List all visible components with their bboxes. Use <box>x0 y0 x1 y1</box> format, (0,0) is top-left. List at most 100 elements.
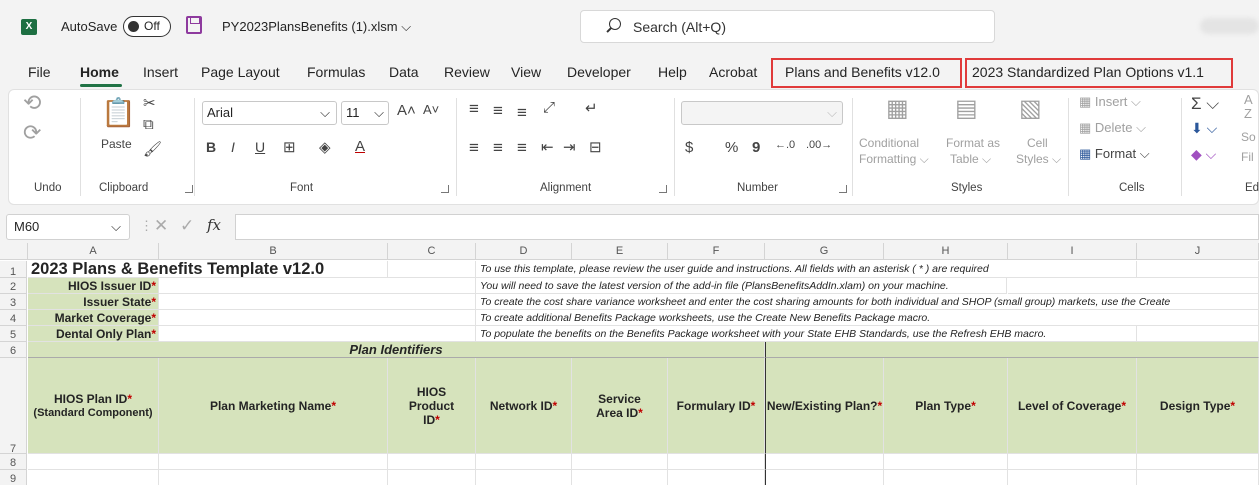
empty-cell[interactable] <box>884 454 1008 470</box>
worksheet-grid[interactable]: A B C D E F G H I J 1 2 3 4 5 6 7 8 9 20… <box>0 243 1259 485</box>
increase-font-icon[interactable]: A˄ <box>397 102 416 119</box>
empty-cell[interactable] <box>1137 261 1259 278</box>
merge-center-icon[interactable]: ⊟ <box>589 138 602 156</box>
formula-input[interactable] <box>235 214 1259 240</box>
number-launcher-icon[interactable] <box>839 185 847 193</box>
tab-review[interactable]: Review <box>444 64 490 80</box>
instruction-note[interactable]: To populate the benefits on the Benefits… <box>476 326 1137 342</box>
empty-cell[interactable] <box>1137 470 1259 485</box>
decrease-indent-icon[interactable]: ⇤ <box>541 138 554 156</box>
row-header[interactable]: 2 <box>0 278 27 294</box>
enter-icon[interactable]: ✓ <box>180 216 194 236</box>
tab-file[interactable]: File <box>28 64 51 80</box>
instruction-note[interactable]: You will need to save the latest version… <box>476 278 1007 294</box>
filter-label[interactable]: Fil <box>1241 150 1254 164</box>
tab-view[interactable]: View <box>511 64 541 80</box>
column-header[interactable]: D <box>476 243 572 260</box>
header-plan-marketing-name[interactable]: Plan Marketing Name* <box>159 358 388 454</box>
empty-cell[interactable] <box>476 470 572 485</box>
tab-developer[interactable]: Developer <box>567 64 631 80</box>
insert-function-icon[interactable]: fx <box>207 216 221 234</box>
clipboard-launcher-icon[interactable] <box>185 185 193 193</box>
autosum-icon[interactable]: Σ ⌵ <box>1191 94 1219 114</box>
column-header[interactable]: I <box>1008 243 1137 260</box>
increase-indent-icon[interactable]: ⇥ <box>563 138 576 156</box>
empty-cell[interactable] <box>668 470 765 485</box>
font-color-icon[interactable]: A <box>355 138 365 155</box>
orientation-icon[interactable]: ⤢ <box>543 99 555 116</box>
wrap-text-icon[interactable]: ↵ <box>585 99 598 117</box>
label-market-coverage[interactable]: Market Coverage* <box>28 310 159 326</box>
row-header[interactable]: 8 <box>0 454 27 470</box>
cell-styles-label[interactable]: Cell <box>1027 136 1048 150</box>
header-hios-plan-id[interactable]: HIOS Plan ID* (Standard Component) <box>28 358 159 454</box>
cut-icon[interactable]: ✂ <box>143 94 156 112</box>
format-painter-icon[interactable]: 🖌 <box>143 140 162 158</box>
cell-styles-label-2[interactable]: Styles ⌵ <box>1016 152 1061 167</box>
tab-insert[interactable]: Insert <box>143 64 178 80</box>
input-dental-only-plan[interactable] <box>159 326 476 342</box>
row-header[interactable]: 9 <box>0 470 27 485</box>
user-account-avatar[interactable] <box>1200 18 1259 34</box>
undo-icon[interactable]: ⟲ <box>23 90 41 116</box>
format-as-table-icon[interactable]: ▤ <box>955 94 978 123</box>
cancel-icon[interactable]: ✕ <box>154 216 168 236</box>
tab-page-layout[interactable]: Page Layout <box>201 64 280 80</box>
paste-icon[interactable]: 📋 <box>101 96 136 129</box>
save-icon[interactable] <box>186 16 202 34</box>
align-left-icon[interactable]: ≡ <box>469 138 479 158</box>
row-header[interactable]: 3 <box>0 294 27 310</box>
header-formulary-id[interactable]: Formulary ID* <box>668 358 765 454</box>
number-format-select[interactable]: ⌵ <box>681 101 843 125</box>
template-title[interactable]: 2023 Plans & Benefits Template v12.0 <box>28 261 388 278</box>
format-as-table-label-2[interactable]: Table ⌵ <box>950 152 991 167</box>
decrease-font-icon[interactable]: A˅ <box>423 102 439 117</box>
currency-button[interactable]: $ <box>685 139 693 156</box>
header-plan-type[interactable]: Plan Type* <box>884 358 1008 454</box>
conditional-formatting-icon[interactable]: ▦ <box>886 94 909 123</box>
tab-data[interactable]: Data <box>389 64 419 80</box>
section-plan-identifiers[interactable]: Plan Identifiers <box>28 342 765 358</box>
sort-filter-label-a[interactable]: A <box>1244 92 1253 107</box>
align-center-icon[interactable]: ≡ <box>493 138 503 158</box>
align-right-icon[interactable]: ≡ <box>517 138 527 158</box>
empty-cell[interactable] <box>668 454 765 470</box>
empty-cell[interactable] <box>388 454 476 470</box>
fill-icon[interactable]: ⬇ ⌵ <box>1191 120 1217 137</box>
empty-cell[interactable] <box>388 261 476 278</box>
conditional-formatting-label[interactable]: Conditional <box>859 136 919 150</box>
decrease-decimal-icon[interactable]: .00→ <box>806 139 832 151</box>
empty-cell[interactable] <box>1137 454 1259 470</box>
tab-home[interactable]: Home <box>80 64 119 80</box>
cell-styles-icon[interactable]: ▧ <box>1019 94 1042 123</box>
label-hios-issuer-id[interactable]: HIOS Issuer ID* <box>28 278 159 294</box>
font-launcher-icon[interactable] <box>441 185 449 193</box>
header-network-id[interactable]: Network ID* <box>476 358 572 454</box>
empty-cell[interactable] <box>765 454 884 470</box>
percent-button[interactable]: % <box>725 139 738 156</box>
conditional-formatting-label-2[interactable]: Formatting ⌵ <box>859 152 929 167</box>
top-align-icon[interactable]: ≡ <box>469 99 479 119</box>
middle-align-icon[interactable]: ≡ <box>493 101 503 121</box>
input-issuer-state[interactable] <box>159 294 476 310</box>
row-header[interactable]: 4 <box>0 310 27 326</box>
header-design-type[interactable]: Design Type* <box>1137 358 1259 454</box>
paste-button[interactable]: Paste <box>101 137 132 151</box>
copy-icon[interactable]: ⧉ <box>143 116 154 133</box>
borders-icon[interactable]: ⊞ <box>283 138 296 156</box>
redo-icon[interactable]: ⟳ <box>23 120 41 146</box>
empty-cell[interactable] <box>159 454 388 470</box>
empty-cell[interactable] <box>1008 454 1137 470</box>
tab-plans-and-benefits[interactable]: Plans and Benefits v12.0 <box>785 64 940 80</box>
empty-cell[interactable] <box>476 454 572 470</box>
header-new-existing-plan[interactable]: New/Existing Plan?* <box>765 358 884 454</box>
italic-button[interactable]: I <box>231 139 235 155</box>
tab-formulas[interactable]: Formulas <box>307 64 365 80</box>
header-hios-product-id[interactable]: HIOS Product ID* <box>388 358 476 454</box>
empty-cell[interactable] <box>388 470 476 485</box>
input-hios-issuer-id[interactable] <box>159 278 476 294</box>
header-service-area-id[interactable]: Service Area ID* <box>572 358 668 454</box>
column-header[interactable]: J <box>1137 243 1259 260</box>
empty-cell[interactable] <box>1008 470 1137 485</box>
clear-icon[interactable]: ◆ ⌵ <box>1191 146 1216 163</box>
